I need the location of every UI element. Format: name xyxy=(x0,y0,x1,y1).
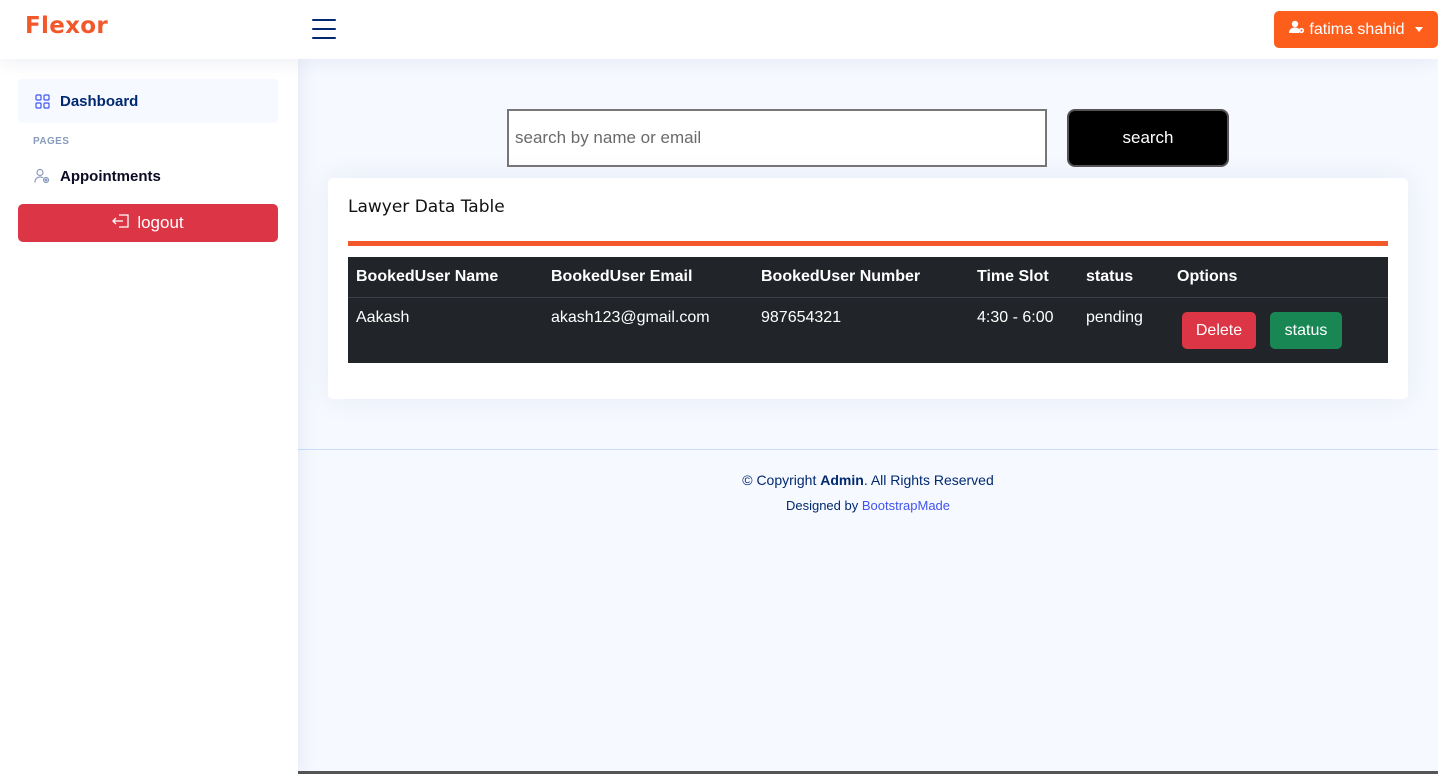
copyright-prefix: © Copyright xyxy=(742,472,817,488)
designed-by-label: Designed by xyxy=(785,498,859,513)
column-header-email: BookedUser Email xyxy=(551,268,693,285)
card-divider xyxy=(348,241,1388,246)
sidebar-item-label: Appointments xyxy=(60,167,161,185)
card-title: Lawyer Data Table xyxy=(348,197,505,217)
sidebar-toggle-icon[interactable] xyxy=(312,18,336,40)
credits-text: Designed by BootstrapMade xyxy=(298,498,1438,513)
lawyer-data-card: Lawyer Data Table BookedUser Name Booked… xyxy=(328,178,1408,399)
copyright-owner: Admin xyxy=(820,472,864,488)
cell-email: akash123@gmail.com xyxy=(551,309,710,326)
cell-time-slot: 4:30 - 6:00 xyxy=(977,309,1054,326)
cell-name: Aakash xyxy=(356,309,410,326)
sidebar: Dashboard PAGES Appointments logout xyxy=(0,59,298,774)
footer-divider xyxy=(298,449,1438,450)
chevron-down-icon xyxy=(1414,27,1423,32)
user-menu-button[interactable]: fatima shahid xyxy=(1274,11,1438,48)
logout-label: logout xyxy=(137,213,184,232)
brand-logo[interactable]: Flexor xyxy=(25,13,108,39)
copyright-suffix: . All Rights Reserved xyxy=(863,472,994,488)
sidebar-section-heading: PAGES xyxy=(33,136,70,147)
cell-number: 987654321 xyxy=(761,309,842,326)
sidebar-item-appointments[interactable]: Appointments xyxy=(18,154,278,198)
grid-icon xyxy=(34,93,50,109)
designer-link[interactable]: BootstrapMade xyxy=(862,498,950,513)
column-header-status: status xyxy=(1086,268,1134,285)
user-name: fatima shahid xyxy=(1309,20,1405,38)
table-header: BookedUser Name BookedUser Email BookedU… xyxy=(348,257,1388,298)
status-button[interactable]: status xyxy=(1270,312,1342,349)
delete-button[interactable]: Delete xyxy=(1182,312,1256,349)
cell-status: pending xyxy=(1086,309,1143,326)
logout-button[interactable]: logout xyxy=(18,204,278,242)
column-header-options: Options xyxy=(1177,268,1238,285)
search-button[interactable]: search xyxy=(1067,109,1229,167)
search-input[interactable] xyxy=(507,109,1047,167)
column-header-time-slot: Time Slot xyxy=(977,268,1049,285)
user-gear-icon xyxy=(1289,20,1305,39)
copyright-text: © Copyright Admin. All Rights Reserved xyxy=(298,472,1438,488)
sidebar-item-label: Dashboard xyxy=(60,92,139,110)
person-gear-icon xyxy=(34,168,50,184)
data-table: BookedUser Name BookedUser Email BookedU… xyxy=(348,257,1388,363)
logout-icon xyxy=(112,213,130,233)
sidebar-item-dashboard[interactable]: Dashboard xyxy=(18,79,278,123)
column-header-number: BookedUser Number xyxy=(761,268,921,285)
column-header-name: BookedUser Name xyxy=(356,268,499,285)
top-header: Flexor fatima shahid xyxy=(0,0,1438,59)
